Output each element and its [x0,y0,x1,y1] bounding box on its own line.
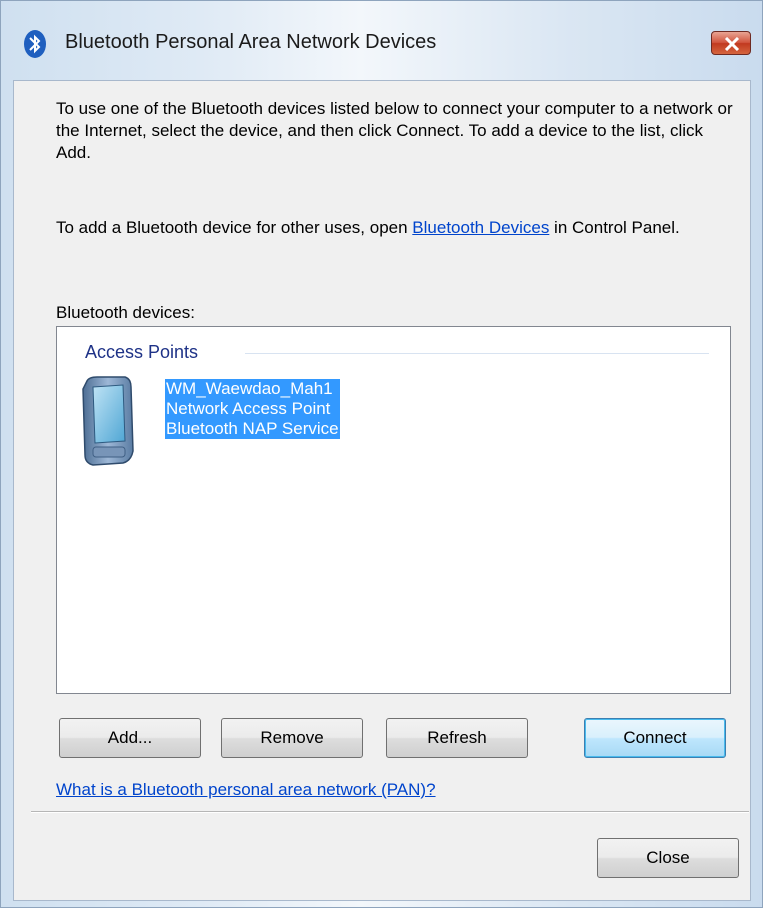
device-type: Network Access Point [166,399,331,418]
add-button[interactable]: Add... [59,718,201,758]
device-item[interactable]: WM_Waewdao_Mah1 Network Access Point Blu… [77,375,397,467]
bluetooth-icon [24,30,46,58]
close-window-button[interactable] [711,31,751,55]
refresh-button[interactable]: Refresh [386,718,528,758]
device-details-selected[interactable]: WM_Waewdao_Mah1 Network Access Point Blu… [165,379,340,439]
pan-help-link[interactable]: What is a Bluetooth personal area networ… [56,780,436,799]
group-header-access-points: Access Points [85,342,199,362]
group-divider [245,353,709,354]
devices-label: Bluetooth devices: [56,303,195,322]
title-bar[interactable]: Bluetooth Personal Area Network Devices [1,1,762,81]
hint-prefix: To add a Bluetooth device for other uses… [56,218,413,237]
remove-button[interactable]: Remove [221,718,363,758]
connect-button[interactable]: Connect [584,718,726,758]
window-title: Bluetooth Personal Area Network Devices [65,31,437,53]
dialog-content: To use one of the Bluetooth devices list… [13,80,751,901]
device-name: WM_Waewdao_Mah1 [166,379,333,398]
pan-help-link-container: What is a Bluetooth personal area networ… [56,779,436,801]
hint-suffix: in Control Panel. [549,218,680,237]
close-icon [724,37,740,51]
separator-line [31,811,749,813]
pda-device-icon [82,376,134,466]
device-service: Bluetooth NAP Service [166,419,339,438]
control-panel-hint: To add a Bluetooth device for other uses… [56,217,736,239]
dialog-window: Bluetooth Personal Area Network Devices … [0,0,763,908]
bluetooth-devices-link[interactable]: Bluetooth Devices [412,218,549,237]
devices-listbox[interactable]: Access Points WM_Waewdao_Mah1 Network Ac… [56,326,731,694]
instructions-text: To use one of the Bluetooth devices list… [56,99,733,162]
close-button[interactable]: Close [597,838,739,878]
